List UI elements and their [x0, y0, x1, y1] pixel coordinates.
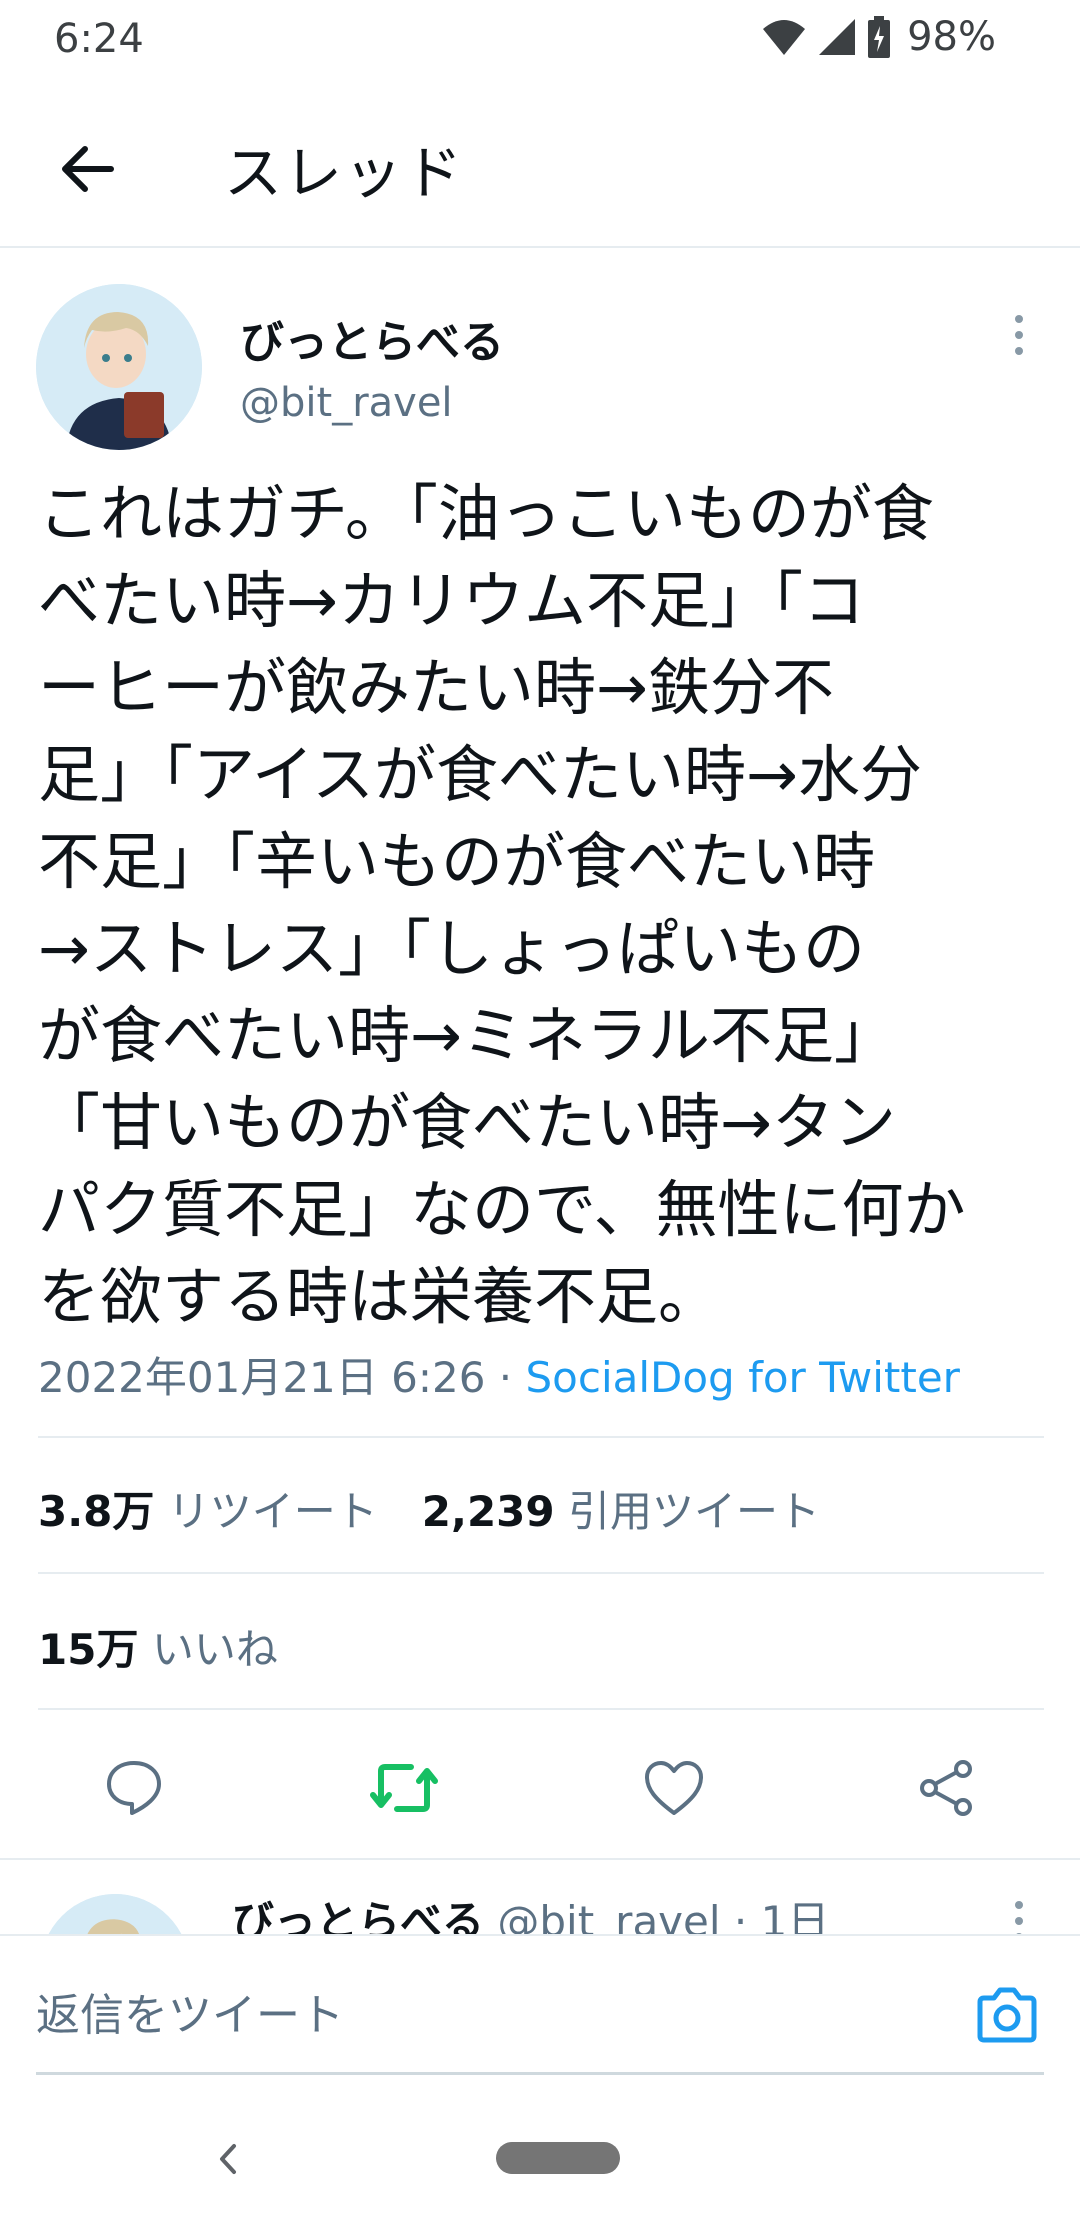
wifi-icon [763, 20, 806, 55]
share-button[interactable] [906, 1748, 986, 1828]
status-bar: 6:24 98% [0, 0, 1080, 86]
avatar-illustration [36, 284, 202, 450]
status-icons: 98% [761, 14, 996, 60]
back-button[interactable] [52, 134, 122, 204]
reply-button[interactable] [94, 1748, 174, 1828]
author-display-name[interactable]: びっとらべる [240, 306, 504, 370]
camera-icon [977, 1987, 1037, 2043]
camera-button[interactable] [972, 1980, 1042, 2050]
retweet-button[interactable] [364, 1748, 444, 1828]
arrow-left-icon [62, 146, 114, 192]
retweets-label: リツイート [167, 1487, 378, 1536]
retweet-quote-stats: 3.8万 リツイート 2,239 引用ツイート [38, 1478, 820, 1539]
system-nav-bar [0, 2104, 1080, 2220]
like-button[interactable] [634, 1748, 714, 1828]
author-handle[interactable]: @bit_ravel [240, 380, 453, 426]
header: スレッド [0, 86, 1080, 248]
likes-count: 15万 [38, 1625, 139, 1674]
chevron-left-icon [220, 2144, 236, 2174]
likes-label: いいね [151, 1625, 278, 1674]
quotes-label: 引用ツイート [568, 1487, 821, 1536]
page-title: スレッド [224, 139, 465, 207]
avatar[interactable] [36, 284, 202, 450]
tweet-meta: 2022年01月21日 6:26 · SocialDog for Twitter [38, 1344, 960, 1405]
system-back-button[interactable] [204, 2134, 254, 2184]
tweet-source-link[interactable]: SocialDog for Twitter [526, 1353, 960, 1402]
likes-stats[interactable]: 15万 いいね [38, 1616, 278, 1677]
cell-signal-icon [819, 19, 856, 55]
retweets-count: 3.8万 [38, 1487, 155, 1536]
system-home-pill[interactable] [496, 2142, 620, 2174]
battery-icon [868, 16, 891, 58]
divider [38, 1572, 1044, 1574]
retweet-icon [370, 1764, 438, 1812]
divider [0, 1858, 1080, 1860]
retweets-stat[interactable]: 3.8万 リツイート [38, 1487, 378, 1536]
quotes-stat[interactable]: 2,239 引用ツイート [422, 1487, 820, 1536]
quotes-count: 2,239 [421, 1487, 555, 1536]
tweet-actions [0, 1710, 1080, 1860]
more-vertical-icon [1015, 315, 1023, 355]
heart-icon [645, 1761, 703, 1815]
battery-percent: 98% [907, 14, 996, 60]
reply-icon [107, 1761, 161, 1815]
more-options-button[interactable] [1004, 310, 1034, 360]
divider [38, 1436, 1044, 1438]
composer-underline [36, 2072, 1044, 2075]
status-time: 6:24 [54, 16, 144, 62]
reply-input[interactable] [36, 1990, 936, 2041]
tweet-timestamp: 2022年01月21日 6:26 · [38, 1353, 526, 1402]
reply-composer [0, 1934, 1080, 2104]
tweet-text: これはガチ。「油っこいものが食 べたい時→カリウム不足」「コ ーヒーが飲みたい時… [38, 477, 966, 1333]
share-icon [920, 1760, 972, 1816]
